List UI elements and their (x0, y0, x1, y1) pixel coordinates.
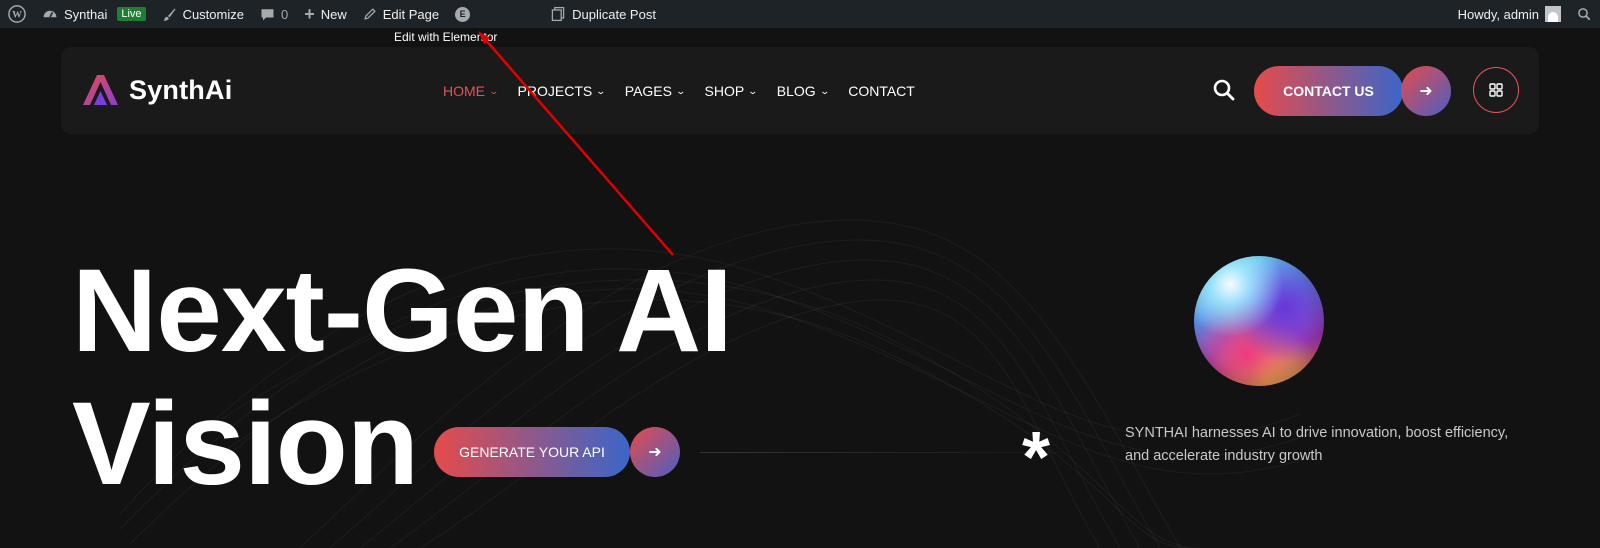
customize-label: Customize (182, 6, 244, 22)
wordpress-icon: W (8, 5, 26, 23)
chevron-down-icon: ⌄ (747, 85, 759, 96)
generate-api-arrow-button[interactable]: ➜ (630, 427, 680, 477)
main-nav: HOME ⌄ PROJECTS ⌄ PAGES ⌄ SHOP ⌄ BLOG ⌄ CONTA… (443, 47, 915, 134)
nav-item-contact[interactable]: CONTACT (848, 83, 915, 99)
site-logo[interactable]: SynthAi (81, 73, 232, 107)
avatar (1545, 6, 1561, 22)
grid-menu-icon (1489, 83, 1503, 97)
chevron-down-icon: ⌄ (595, 85, 607, 96)
nav-label: HOME (443, 82, 485, 99)
hero-description: SYNTHAI harnesses AI to drive innovation… (1125, 425, 1509, 464)
nav-label: CONTACT (848, 82, 915, 99)
comments-link[interactable]: 0 (252, 0, 296, 28)
wordpress-logo-button[interactable]: W (0, 0, 34, 28)
pencil-icon (363, 8, 376, 20)
contact-us-button[interactable]: CONTACT US (1254, 66, 1403, 116)
admin-search-button[interactable] (1569, 0, 1600, 28)
nav-item-projects[interactable]: PROJECTS ⌄ (517, 82, 607, 99)
generate-api-button[interactable]: GENERATE YOUR API (434, 427, 630, 477)
comments-count: 0 (280, 6, 289, 22)
contact-arrow-button[interactable]: ➜ (1401, 66, 1451, 116)
nav-label: SHOP (704, 82, 745, 99)
arrow-right-icon: ➜ (648, 444, 662, 461)
plus-icon: + (304, 4, 315, 24)
search-icon (1213, 79, 1235, 101)
nav-label: BLOG (776, 82, 816, 99)
edit-page-label: Edit Page (382, 6, 440, 22)
duplicate-post-label: Duplicate Post (572, 6, 656, 22)
grid-menu-button[interactable] (1473, 67, 1519, 113)
duplicate-post-link[interactable]: Duplicate Post (542, 0, 664, 28)
admin-bar-right: Howdy, admin (1450, 0, 1600, 28)
nav-label: PROJECTS (517, 82, 593, 99)
hero-title-line2: Vision (72, 378, 419, 510)
nav-item-pages[interactable]: PAGES ⌄ (624, 82, 687, 99)
site-name: Synthai (64, 6, 108, 22)
comment-icon (261, 8, 274, 20)
chevron-down-icon: ⌄ (488, 85, 500, 96)
paintbrush-icon (163, 8, 176, 21)
nav-item-shop[interactable]: SHOP ⌄ (704, 82, 759, 99)
nav-label: PAGES (624, 82, 672, 99)
duplicate-icon (551, 6, 565, 22)
nav-item-home[interactable]: HOME ⌄ (443, 82, 500, 99)
svg-text:W: W (12, 10, 22, 21)
elementor-edit-button[interactable]: E (447, 0, 478, 28)
gradient-sphere-image (1194, 256, 1324, 386)
live-badge: Live (117, 7, 146, 21)
my-account-link[interactable]: Howdy, admin (1450, 0, 1569, 28)
hero-title-line1: Next-Gen AI (72, 245, 733, 377)
edit-page-link[interactable]: Edit Page (355, 0, 447, 28)
logo-text: SynthAi (129, 74, 233, 105)
wp-admin-bar: W Synthai Live Customize 0 + New Edit Pa… (0, 0, 1600, 28)
elementor-icon: E (455, 6, 471, 22)
synthai-logo-icon (83, 75, 118, 105)
new-content-link[interactable]: + New (296, 0, 355, 28)
search-icon (1578, 7, 1591, 20)
chevron-down-icon: ⌄ (819, 85, 830, 96)
arrow-right-icon: ➜ (1419, 83, 1433, 100)
dashboard-icon (43, 10, 57, 18)
new-label: New (320, 6, 347, 22)
howdy-label: Howdy, admin (1457, 6, 1539, 22)
site-header: SynthAi HOME ⌄ PROJECTS ⌄ PAGES ⌄ SHOP ⌄ BLO… (61, 47, 1539, 134)
chevron-down-icon: ⌄ (675, 85, 687, 96)
nav-item-blog[interactable]: BLOG ⌄ (776, 82, 830, 99)
asterisk-decoration: * (1022, 418, 1051, 498)
site-name-link[interactable]: Synthai Live (34, 0, 154, 28)
elementor-tooltip: Edit with Elementor (394, 30, 498, 44)
header-search-button[interactable] (1211, 77, 1237, 103)
hero-divider (700, 452, 1060, 453)
customize-link[interactable]: Customize (154, 0, 252, 28)
